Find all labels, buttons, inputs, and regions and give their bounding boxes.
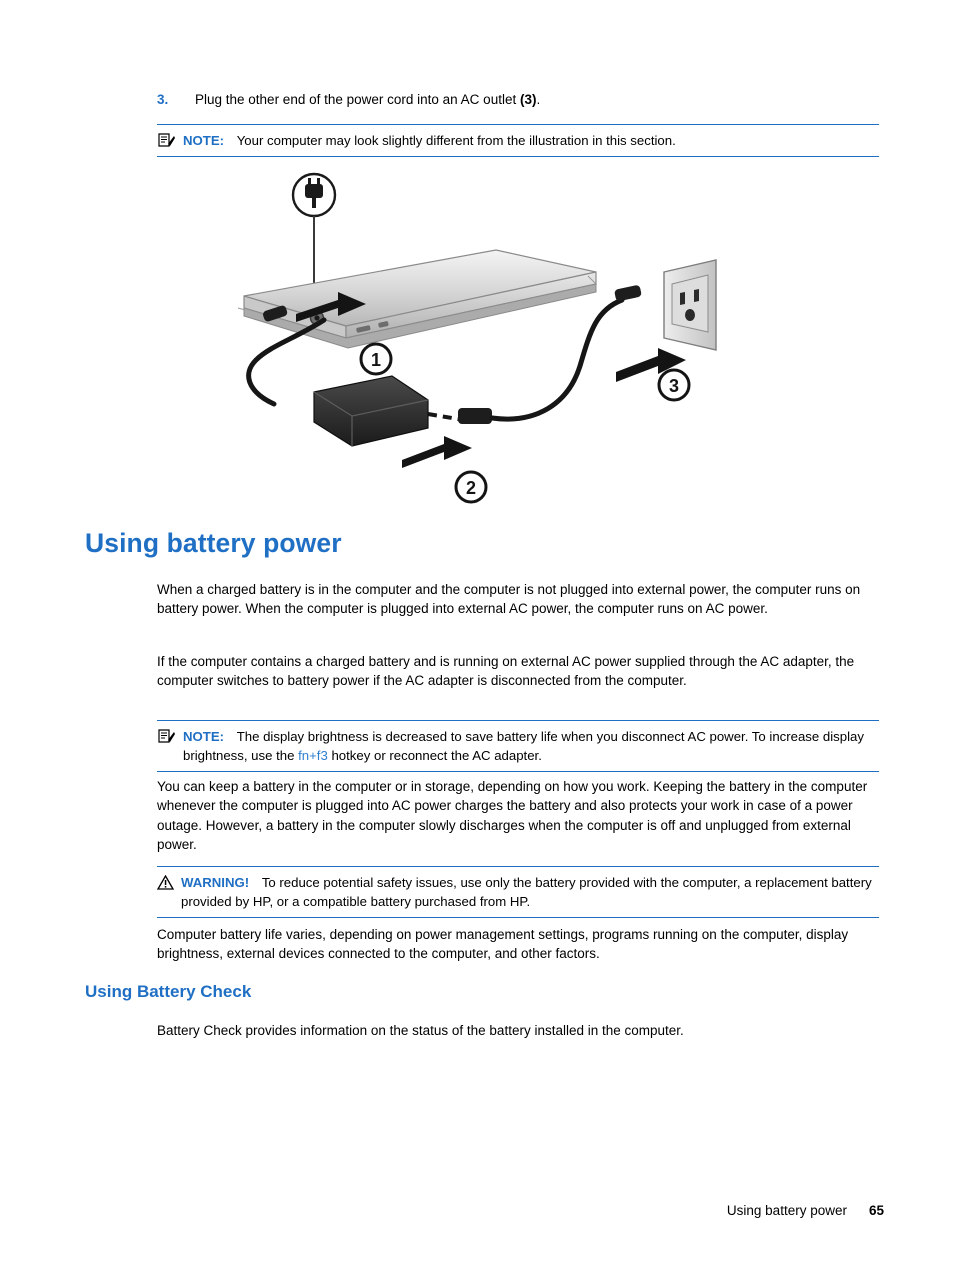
warning-box: WARNING! To reduce potential safety issu… [156,866,879,919]
paragraph-2: If the computer contains a charged batte… [157,654,855,689]
warning-label: WARNING! [181,875,250,890]
power-plug-symbol [291,172,337,218]
section-subtitle: Using Battery Check [85,982,252,1001]
figure-ac-power-connection: 1 2 3 [196,160,756,515]
step-text-before: Plug the other end of the power cord int… [195,92,520,107]
paragraph-5: Battery Check provides information on th… [157,1023,684,1038]
page-footer: Using battery power 65 [727,1203,884,1218]
callout-2-label: 2 [466,478,476,498]
step-item: 3. Plug the other end of the power cord … [157,90,882,110]
note-text: Your computer may look slightly differen… [236,133,676,148]
note-text-after: hotkey or reconnect the AC adapter. [327,748,542,764]
warning-content: WARNING! To reduce potential safety issu… [156,873,879,911]
note-content-middle: NOTE: The display brightness is decrease… [157,727,879,765]
note-box-middle: NOTE: The display brightness is decrease… [157,720,879,773]
step-text: Plug the other end of the power cord int… [195,90,882,110]
note-label: NOTE: [183,133,225,148]
callout-arrow-2 [402,436,472,468]
note-label: NOTE: [183,729,225,744]
page-number: 65 [868,1203,884,1218]
callout-1-label: 1 [371,350,381,370]
note-content: NOTE: Your computer may look slightly di… [157,131,879,150]
paragraph-1: When a charged battery is in the compute… [157,582,861,617]
page-title: Using battery power [85,528,342,558]
warning-icon [156,874,176,891]
callout-3-label: 3 [669,376,679,396]
step-text-bold: (3) [519,92,537,107]
note-box-top: NOTE: Your computer may look slightly di… [157,124,879,158]
step-number: 3. [157,92,169,107]
document-page: 3. Plug the other end of the power cord … [0,0,954,1270]
note-icon [157,728,176,744]
paragraph-4: Computer battery life varies, depending … [157,927,849,962]
ac-adapter-brick [313,375,429,447]
hotkey-link[interactable]: fn+f3 [298,748,328,763]
warning-text: To reduce potential safety issues, use o… [181,875,872,910]
wall-outlet [663,259,717,351]
note-icon [157,132,176,148]
step-text-after: . [536,92,541,107]
footer-title: Using battery power [726,1203,847,1218]
paragraph-3: You can keep a battery in the computer o… [157,779,868,852]
laptop-illustration [237,249,598,349]
